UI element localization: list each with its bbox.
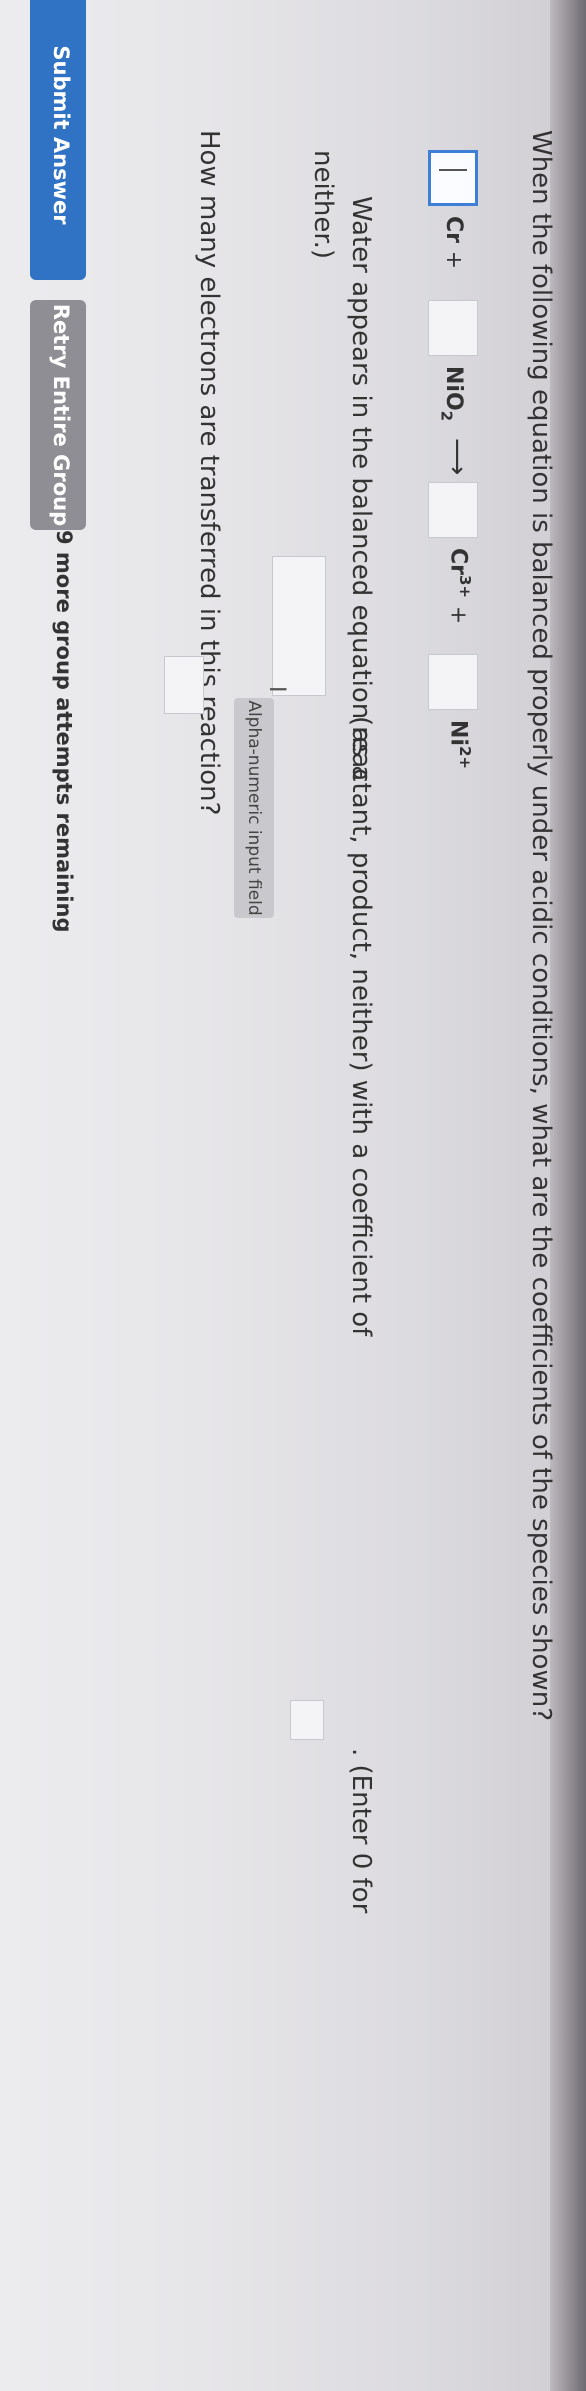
species-ni2: Ni2+ [445, 720, 474, 769]
species-cr3: Cr3+ + [445, 548, 474, 625]
water-question-suffix: (reactant, product, neither) with a coef… [346, 716, 376, 1337]
retry-group-button[interactable]: Retry Entire Group [30, 300, 86, 530]
water-role-input[interactable] [272, 556, 326, 696]
question-panel: When the following equation is balanced … [0, 0, 586, 2391]
submit-answer-button[interactable]: Submit Answer [30, 0, 86, 280]
coefficient-input-cr[interactable] [428, 150, 478, 206]
reaction-arrow: ⟶ [442, 438, 472, 476]
water-question-end: . (Enter 0 for [346, 1748, 376, 1914]
species-cr: Cr + [441, 216, 466, 270]
water-coefficient-input[interactable] [290, 1700, 324, 1740]
coefficient-input-cr3[interactable] [428, 482, 478, 538]
electrons-input[interactable] [164, 656, 204, 714]
coefficient-input-nio2[interactable] [428, 300, 478, 356]
water-question-line2: neither.) [308, 150, 338, 260]
attempts-remaining: 9 more group attempts remaining [52, 530, 76, 933]
water-question-prefix: Water appears in the balanced equation a… [346, 196, 376, 782]
species-nio2: NiO2 [437, 366, 466, 422]
ibeam-cursor-icon: I [264, 686, 289, 693]
equation-row: Cr + NiO2 ⟶ Cr3+ + Ni2+ [408, 150, 478, 769]
coefficient-input-ni2[interactable] [428, 654, 478, 710]
question-prompt: When the following equation is balanced … [526, 130, 556, 1722]
input-tooltip: Alpha-numeric input field [234, 698, 274, 918]
text-cursor [439, 169, 467, 171]
